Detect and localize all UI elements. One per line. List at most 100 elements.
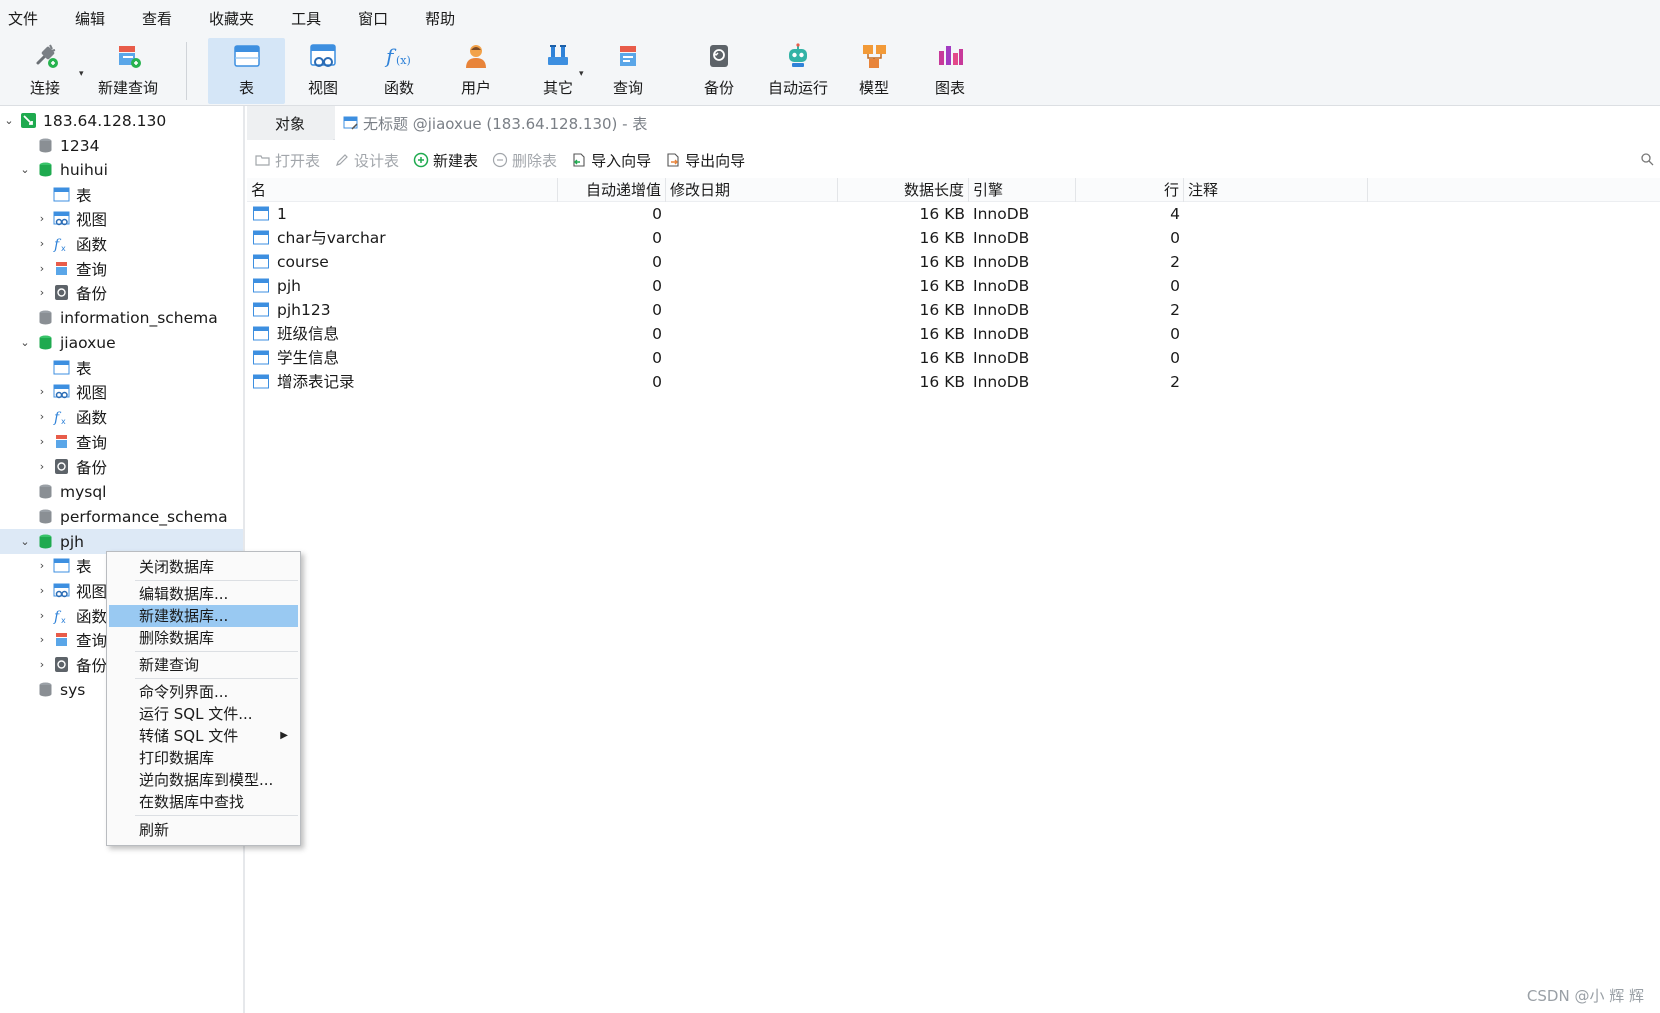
tree-tables[interactable]: 表: [0, 355, 243, 380]
chevron-right-icon[interactable]: ›: [36, 559, 48, 572]
open-table-button[interactable]: 打开表: [255, 150, 320, 171]
table-row[interactable]: 1 0 16 KB InnoDB 4: [247, 202, 1660, 226]
cell-length: 16 KB: [919, 301, 965, 319]
chevron-right-icon[interactable]: ›: [36, 658, 48, 671]
menu-reverse-to-model[interactable]: 逆向数据库到模型...: [109, 769, 298, 791]
function-icon: fx: [53, 237, 66, 252]
menu-file[interactable]: 文件: [0, 8, 54, 29]
chevron-right-icon[interactable]: ›: [36, 385, 48, 398]
search-icon[interactable]: [1640, 152, 1654, 166]
menu-window[interactable]: 窗口: [350, 8, 404, 29]
other-button[interactable]: 其它: [533, 38, 583, 104]
table-row[interactable]: pjh123 0 16 KB InnoDB 2: [247, 298, 1660, 322]
menu-tools[interactable]: 工具: [283, 8, 337, 29]
menu-edit-database[interactable]: 编辑数据库...: [109, 583, 298, 605]
chevron-right-icon[interactable]: ›: [36, 584, 48, 597]
col-header-auto-increment[interactable]: 自动递增值: [558, 178, 666, 202]
table-row[interactable]: 班级信息 0 16 KB InnoDB 0: [247, 322, 1660, 346]
tree-backups[interactable]: › 备份: [0, 280, 243, 305]
menu-delete-database[interactable]: 删除数据库: [109, 627, 298, 649]
tree-db-1234[interactable]: 1234: [0, 133, 243, 158]
chevron-right-icon[interactable]: ›: [36, 237, 48, 250]
menu-dump-sql-file[interactable]: 转储 SQL 文件 ▶: [109, 725, 298, 747]
database-icon: [39, 484, 52, 499]
col-header-modified[interactable]: 修改日期: [666, 178, 838, 202]
chevron-right-icon[interactable]: ›: [36, 609, 48, 622]
col-header-rows[interactable]: 行: [1076, 178, 1184, 202]
view-button[interactable]: 视图: [298, 38, 348, 104]
chevron-down-icon[interactable]: ⌄: [3, 114, 15, 127]
table-row[interactable]: 增添表记录 0 16 KB InnoDB 2: [247, 370, 1660, 394]
menu-print-database[interactable]: 打印数据库: [109, 747, 298, 769]
connect-dropdown-icon[interactable]: ▾: [79, 69, 89, 79]
tree-db-jiaoxue[interactable]: ⌄ jiaoxue: [0, 330, 243, 355]
tab-objects[interactable]: 对象: [247, 106, 333, 140]
chevron-right-icon[interactable]: ›: [36, 633, 48, 646]
col-header-comment[interactable]: 注释: [1184, 178, 1368, 202]
tree-label: 备份: [76, 656, 108, 675]
tree-queries[interactable]: › 查询: [0, 429, 243, 454]
menu-refresh[interactable]: 刷新: [109, 819, 298, 841]
table-row[interactable]: char与varchar 0 16 KB InnoDB 0: [247, 226, 1660, 250]
design-table-button[interactable]: 设计表: [334, 150, 399, 171]
chevron-down-icon[interactable]: ⌄: [19, 163, 31, 176]
tree-functions[interactable]: › fx 函数: [0, 231, 243, 256]
chevron-right-icon[interactable]: ›: [36, 262, 48, 275]
tree-db-mysql[interactable]: mysql: [0, 479, 243, 504]
tree-views[interactable]: › 视图: [0, 206, 243, 231]
query-icon: [620, 46, 636, 66]
new-query-button[interactable]: 新建查询: [96, 38, 160, 104]
tree-label: 视图: [76, 383, 108, 402]
tree-backups[interactable]: › 备份: [0, 454, 243, 479]
chart-button[interactable]: 图表: [929, 38, 971, 104]
tree-views[interactable]: › 视图: [0, 379, 243, 404]
table-row[interactable]: course 0 16 KB InnoDB 2: [247, 250, 1660, 274]
tree-functions[interactable]: › fx 函数: [0, 404, 243, 429]
table-row[interactable]: 学生信息 0 16 KB InnoDB 0: [247, 346, 1660, 370]
cell-engine: InnoDB: [973, 301, 1030, 319]
table-row[interactable]: pjh 0 16 KB InnoDB 0: [247, 274, 1660, 298]
menu-find-in-database[interactable]: 在数据库中查找: [109, 791, 298, 813]
export-wizard-button[interactable]: 导出向导: [665, 150, 745, 171]
chevron-down-icon[interactable]: ⌄: [19, 336, 31, 349]
connect-button[interactable]: 连接: [24, 38, 66, 104]
menu-favorites[interactable]: 收藏夹: [201, 8, 270, 29]
chevron-right-icon[interactable]: ›: [36, 410, 48, 423]
tree-db-performance-schema[interactable]: performance_schema: [0, 504, 243, 529]
tree-tables[interactable]: 表: [0, 182, 243, 207]
chevron-right-icon[interactable]: ›: [36, 286, 48, 299]
tree-queries[interactable]: › 查询: [0, 256, 243, 281]
user-button[interactable]: 用户: [451, 38, 501, 104]
menu-edit[interactable]: 编辑: [67, 8, 121, 29]
function-button[interactable]: f (x) 函数: [374, 38, 424, 104]
autorun-button[interactable]: 自动运行: [765, 38, 831, 104]
backup-label: 备份: [703, 79, 734, 97]
query-button[interactable]: 查询: [603, 38, 653, 104]
menu-help[interactable]: 帮助: [417, 8, 471, 29]
tree-connection[interactable]: ⌄ 183.64.128.130: [0, 108, 243, 133]
chevron-right-icon[interactable]: ›: [36, 212, 48, 225]
backup-button[interactable]: 备份: [694, 38, 744, 104]
col-header-data-length[interactable]: 数据长度: [838, 178, 969, 202]
chevron-down-icon[interactable]: ⌄: [19, 535, 31, 548]
table-button[interactable]: 表: [208, 38, 285, 104]
menu-new-query[interactable]: 新建查询: [109, 654, 298, 676]
chevron-right-icon[interactable]: ›: [36, 460, 48, 473]
menu-view[interactable]: 查看: [134, 8, 188, 29]
chevron-right-icon[interactable]: ›: [36, 435, 48, 448]
tree-db-huihui[interactable]: ⌄ huihui: [0, 157, 243, 182]
import-wizard-button[interactable]: 导入向导: [571, 150, 651, 171]
menu-run-sql-file[interactable]: 运行 SQL 文件...: [109, 703, 298, 725]
model-button[interactable]: 模型: [853, 38, 895, 104]
delete-table-button[interactable]: 删除表: [492, 150, 557, 171]
tree-db-information-schema[interactable]: information_schema: [0, 305, 243, 330]
menu-new-database[interactable]: 新建数据库...: [109, 605, 298, 627]
menu-command-line[interactable]: 命令列界面...: [109, 681, 298, 703]
col-header-name[interactable]: 名: [247, 178, 558, 202]
other-label: 其它: [542, 79, 573, 97]
other-dropdown-icon[interactable]: ▾: [579, 69, 589, 79]
menu-close-database[interactable]: 关闭数据库: [109, 556, 298, 578]
new-table-button[interactable]: 新建表: [413, 150, 478, 171]
tab-untitled-table[interactable]: 无标题 @jiaoxue (183.64.128.130) - 表: [335, 106, 1660, 140]
col-header-engine[interactable]: 引擎: [969, 178, 1076, 202]
